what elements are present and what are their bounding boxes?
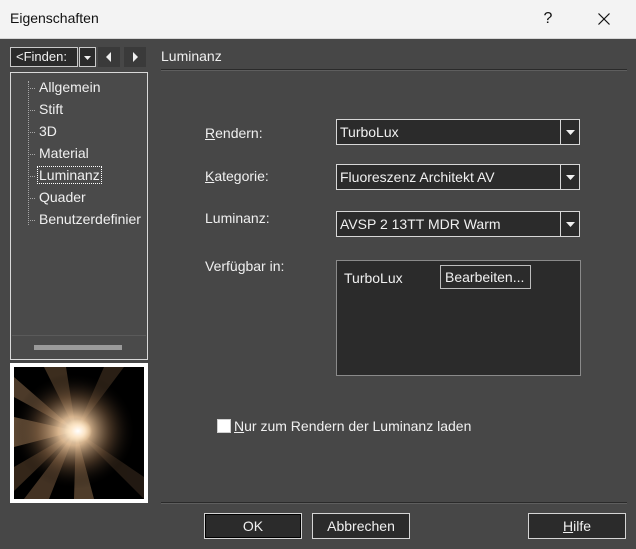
footer-divider [161, 502, 627, 504]
horizontal-scrollbar[interactable] [12, 335, 146, 358]
help-button-text: ilfe [573, 518, 592, 534]
luminanz-value: AVSP 2 13TT MDR Warm [340, 216, 501, 232]
luminanz-dropdown-button[interactable] [560, 212, 579, 236]
tree-item-allgemein[interactable]: Allgemein [28, 77, 102, 97]
load-for-rendering-label[interactable]: Nur zum Rendern der Luminanz laden [234, 418, 471, 434]
tree-item-benutzerdefiniert[interactable]: Benutzerdefinier [28, 209, 143, 229]
properties-dialog: Eigenschaften ? <Finden: Allgemein Stift… [0, 0, 636, 549]
kategorie-value: Fluoreszenz Architekt AV [340, 169, 495, 185]
next-button[interactable] [124, 47, 146, 67]
tree-item-luminanz[interactable]: Luminanz [28, 165, 102, 185]
close-icon [598, 13, 610, 25]
chevron-down-icon [565, 221, 575, 227]
cancel-button[interactable]: Abbrechen [312, 513, 410, 539]
tree-item-label: Allgemein [39, 79, 101, 95]
light-burst-graphic [14, 367, 144, 499]
rendern-label: Rendern: [205, 125, 263, 141]
tree-item-3d[interactable]: 3D [28, 121, 59, 141]
ok-button[interactable]: OK [204, 513, 302, 539]
rendern-dropdown-button[interactable] [560, 120, 579, 144]
chevron-down-icon [565, 129, 575, 135]
load-for-rendering-checkbox[interactable] [217, 419, 231, 433]
tree-item-label: Material [39, 145, 89, 161]
tree-item-label: 3D [39, 123, 57, 139]
section-divider [161, 69, 627, 71]
help-access-key: H [562, 518, 574, 534]
window-title: Eigenschaften [10, 10, 99, 26]
previous-button[interactable] [98, 47, 120, 67]
find-input[interactable]: <Finden: [10, 47, 78, 67]
rendern-access-key: R [205, 125, 216, 141]
chevron-down-icon [84, 56, 91, 60]
question-mark-icon: ? [543, 10, 553, 27]
checkbox-access-key: N [234, 418, 245, 434]
luminanz-label: Luminanz: [205, 210, 270, 226]
kategorie-access-key: K [205, 168, 215, 184]
available-renderer: TurboLux [344, 270, 403, 286]
find-dropdown-button[interactable] [79, 47, 96, 67]
scrollbar-thumb[interactable] [34, 345, 122, 350]
help-title-button[interactable]: ? [525, 0, 571, 38]
checkbox-label-text: ur zum Rendern der Luminanz laden [244, 418, 472, 434]
arrow-right-icon [133, 52, 138, 62]
rendern-select[interactable]: TurboLux [336, 119, 580, 145]
luminanz-select[interactable]: AVSP 2 13TT MDR Warm [336, 211, 580, 237]
light-preview-image [14, 367, 144, 499]
available-in-label: Verfügbar in: [205, 258, 285, 274]
arrow-left-icon [106, 52, 111, 62]
rendern-value: TurboLux [340, 124, 399, 140]
tree-item-stift[interactable]: Stift [28, 99, 65, 119]
tree-item-label: Stift [39, 101, 64, 117]
chevron-down-icon [565, 174, 575, 180]
kategorie-dropdown-button[interactable] [560, 165, 579, 189]
tree-item-label: Luminanz [37, 166, 102, 184]
close-button[interactable] [581, 0, 627, 38]
kategorie-label: Kategorie: [205, 168, 269, 184]
luminance-preview [10, 363, 148, 503]
kategorie-select[interactable]: Fluoreszenz Architekt AV [336, 164, 580, 190]
rendern-label-text: endern: [215, 125, 263, 141]
available-in-list[interactable]: TurboLux Bearbeiten... [336, 260, 581, 376]
section-title: Luminanz [161, 48, 222, 64]
tree-item-quader[interactable]: Quader [28, 187, 88, 207]
help-button[interactable]: Hilfe [528, 513, 626, 539]
tree-item-label: Quader [39, 189, 86, 205]
category-tree[interactable]: Allgemein Stift 3D Material Luminanz Qua… [10, 72, 148, 360]
title-bar: Eigenschaften ? [0, 0, 636, 39]
kategorie-label-text: ategorie: [214, 168, 269, 184]
tree-item-label: Benutzerdefinier [39, 211, 141, 227]
edit-button[interactable]: Bearbeiten... [440, 265, 531, 289]
tree-item-material[interactable]: Material [28, 143, 91, 163]
